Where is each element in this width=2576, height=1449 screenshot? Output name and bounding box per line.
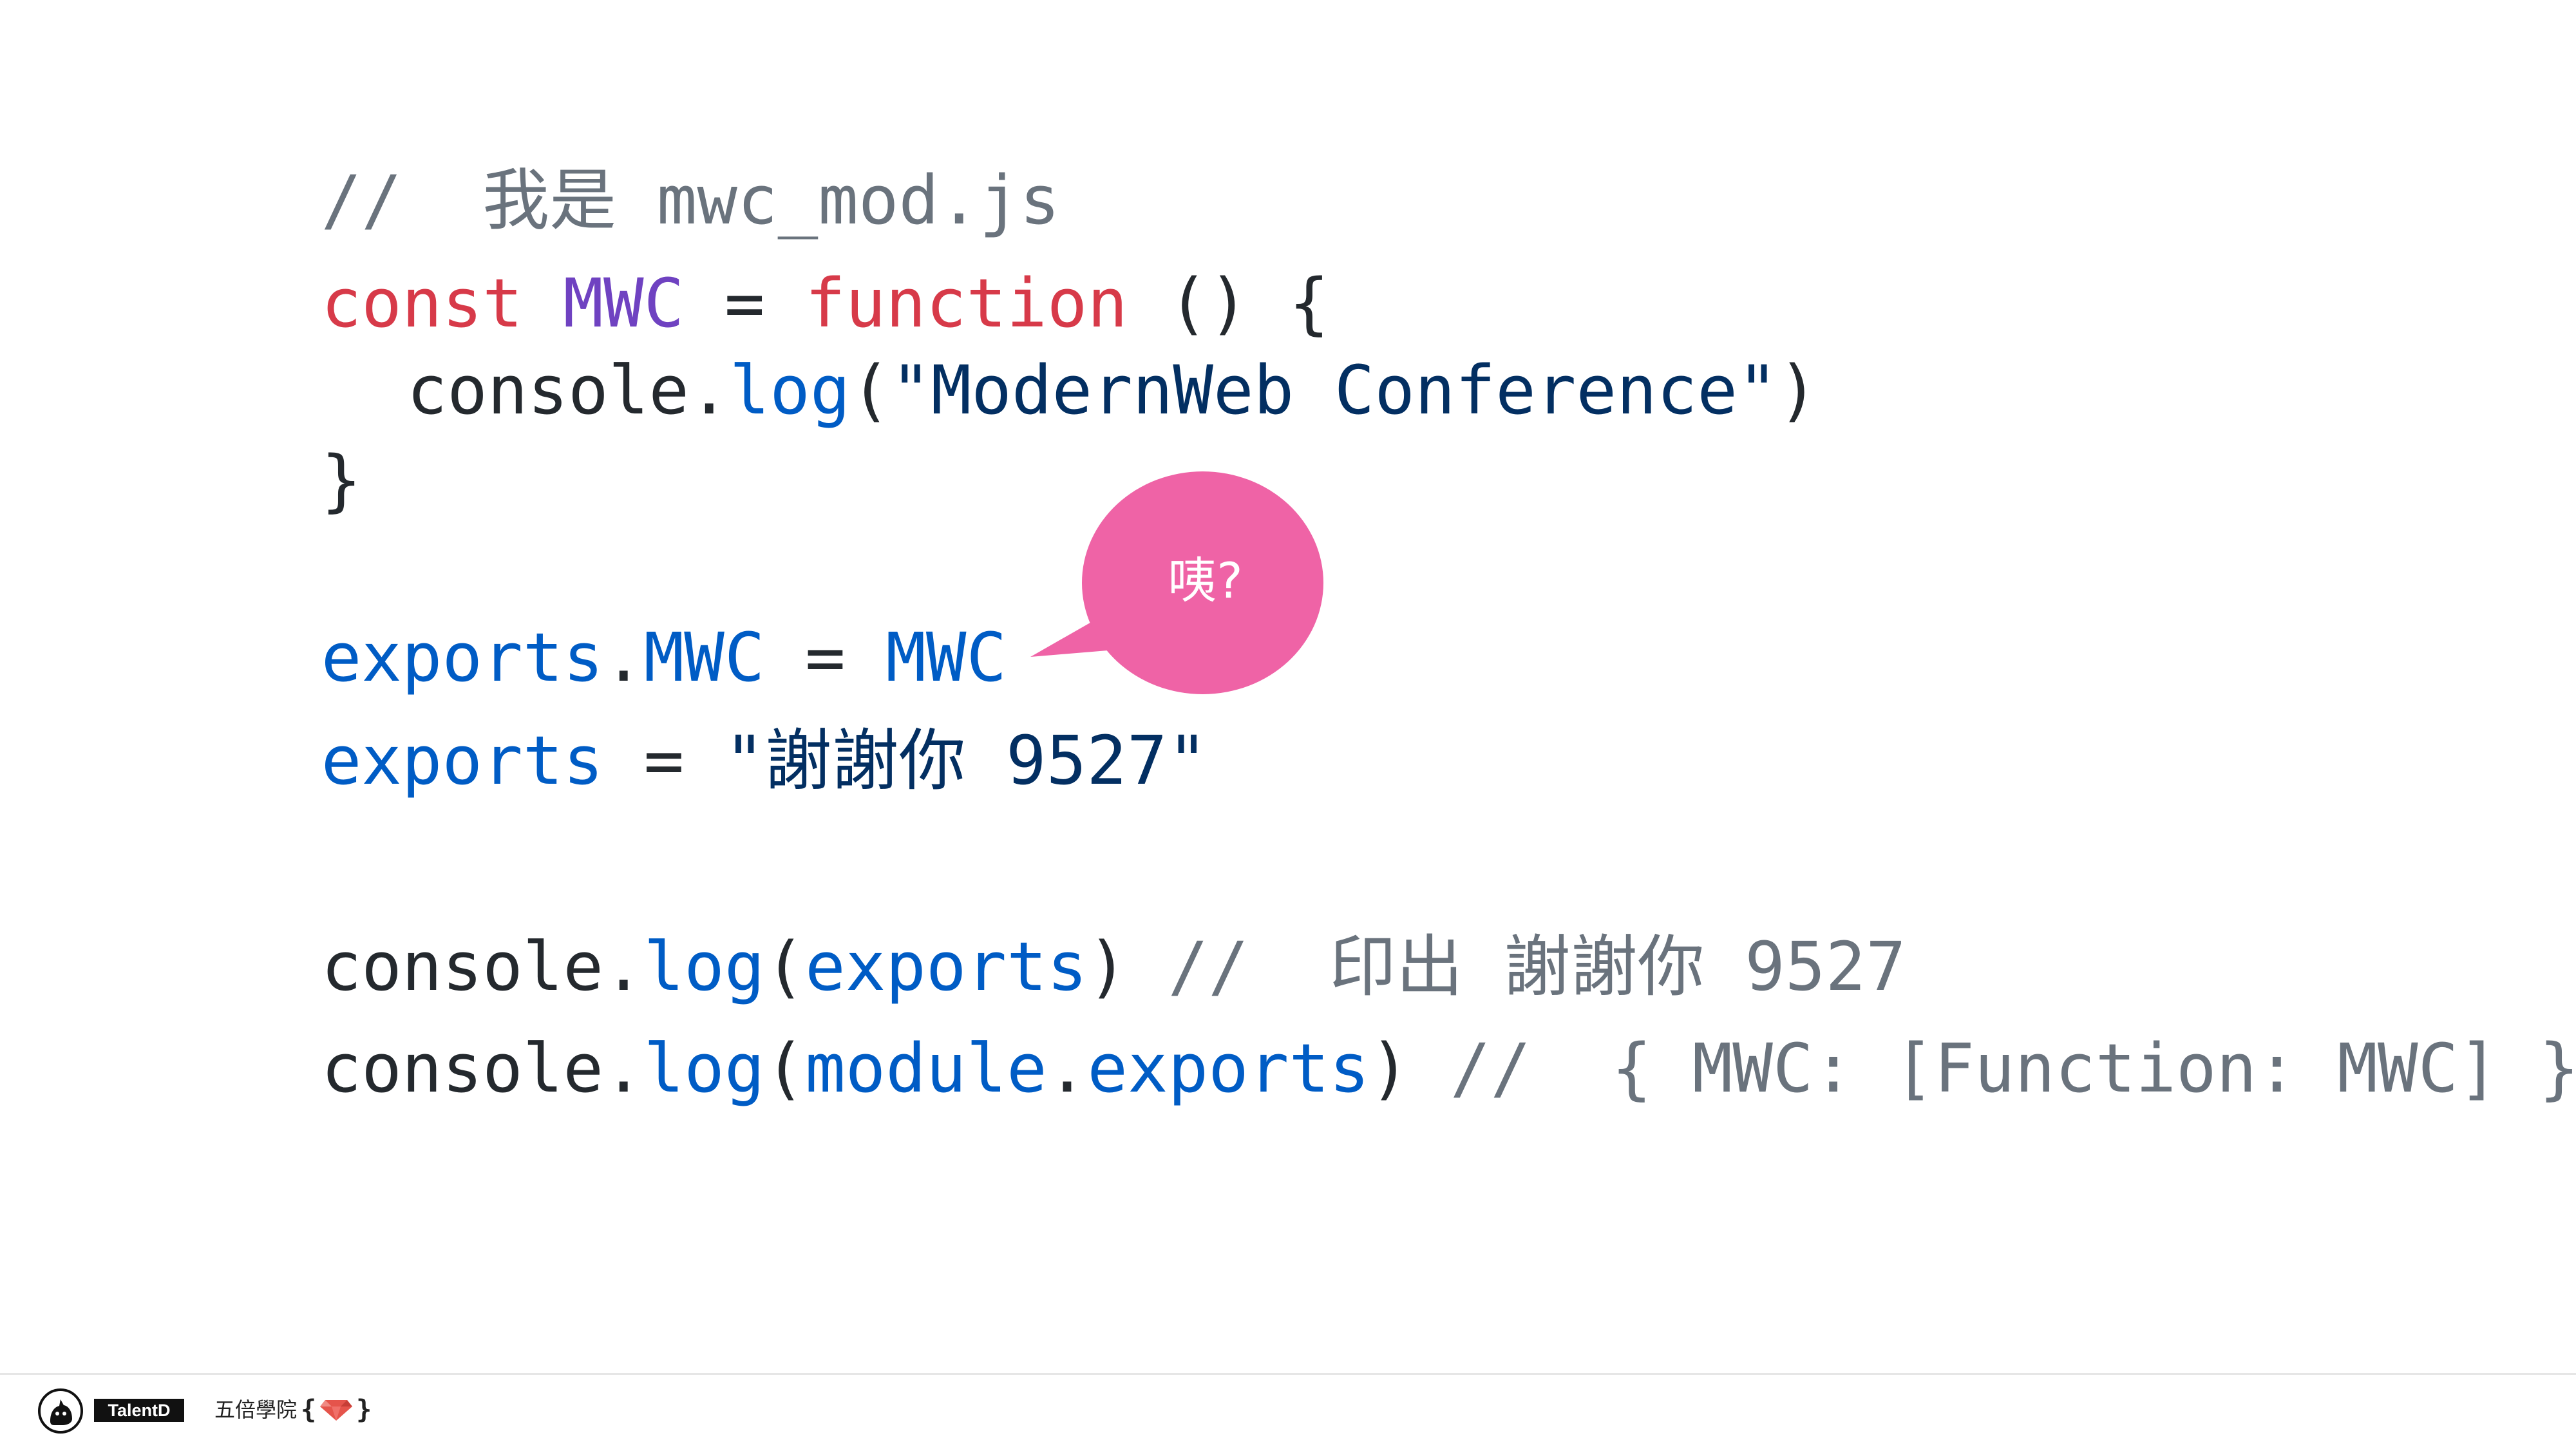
string-literal: "謝謝你 9527": [724, 721, 1208, 800]
console-object: console.: [406, 351, 730, 430]
code-line-4: }: [79, 380, 362, 581]
code-block: // 我是 mwc_mod.js const MWC = function ()…: [0, 0, 2576, 1352]
console-object: console.: [321, 1029, 644, 1108]
log-method: log: [729, 351, 851, 430]
ruby-gem-icon: [320, 1400, 353, 1421]
code-line-6: exports = "謝謝你 9527": [79, 660, 1208, 861]
string-literal: "ModernWeb Conference": [891, 351, 1778, 430]
speech-bubble-text: 咦?: [1168, 552, 1243, 609]
assign-operator: =: [603, 721, 724, 800]
dot-operator: .: [1046, 1029, 1088, 1108]
exports-property: exports: [1087, 1029, 1370, 1108]
code-line-8: console.log(module.exports) // { MWC: [F…: [79, 968, 2576, 1169]
academy-name: 五倍學院: [214, 1397, 298, 1422]
close-paren: ): [1777, 351, 1819, 430]
brace-close: }: [356, 1395, 372, 1425]
open-paren: (: [764, 1029, 806, 1108]
exports-identifier: exports: [321, 721, 603, 800]
open-paren: (: [850, 351, 891, 430]
closing-brace: }: [321, 441, 362, 520]
module-identifier: module: [805, 1029, 1047, 1108]
talentd-logo: TalentD: [94, 1399, 184, 1422]
academy-logo: 五倍學院 { }: [214, 1396, 372, 1424]
brace-open: {: [301, 1395, 317, 1425]
log-method: log: [643, 1029, 765, 1108]
slide: // 我是 mwc_mod.js const MWC = function ()…: [0, 0, 2576, 1449]
output-comment: // { MWC: [Function: MWC] }: [1450, 1029, 2576, 1108]
speech-bubble: 咦?: [1082, 471, 1323, 694]
close-paren: ): [1369, 1029, 1450, 1108]
footer: TalentD 五倍學院 { }: [0, 1375, 2576, 1449]
cat-logo-icon: [38, 1388, 83, 1434]
